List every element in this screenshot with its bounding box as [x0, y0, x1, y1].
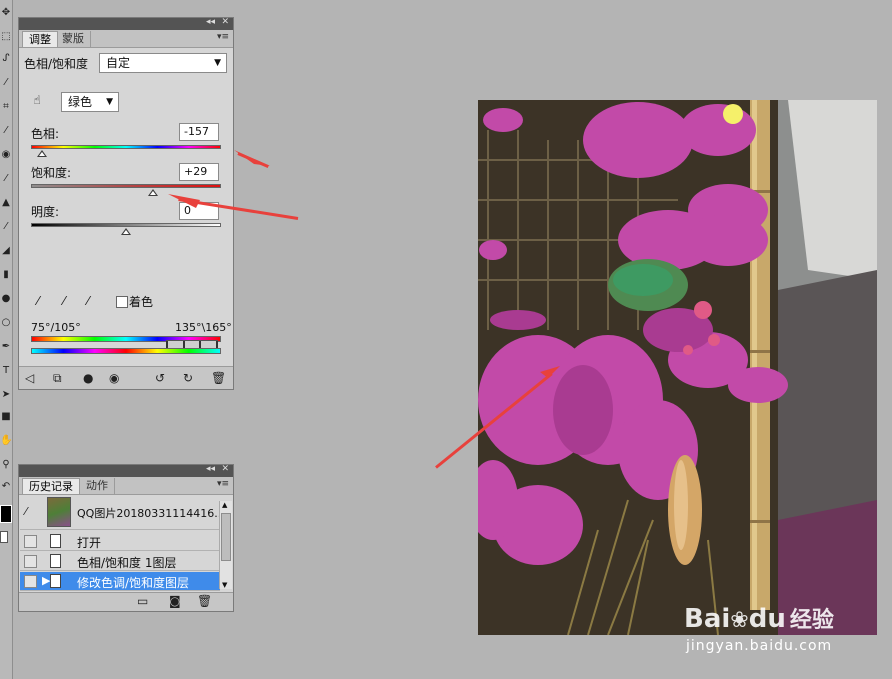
arrowhead-leaf-icon	[540, 366, 560, 378]
arrowhead-hue-icon	[234, 150, 270, 166]
arrowhead-saturation-icon	[168, 194, 200, 208]
annotation-arrowheads	[168, 150, 560, 378]
